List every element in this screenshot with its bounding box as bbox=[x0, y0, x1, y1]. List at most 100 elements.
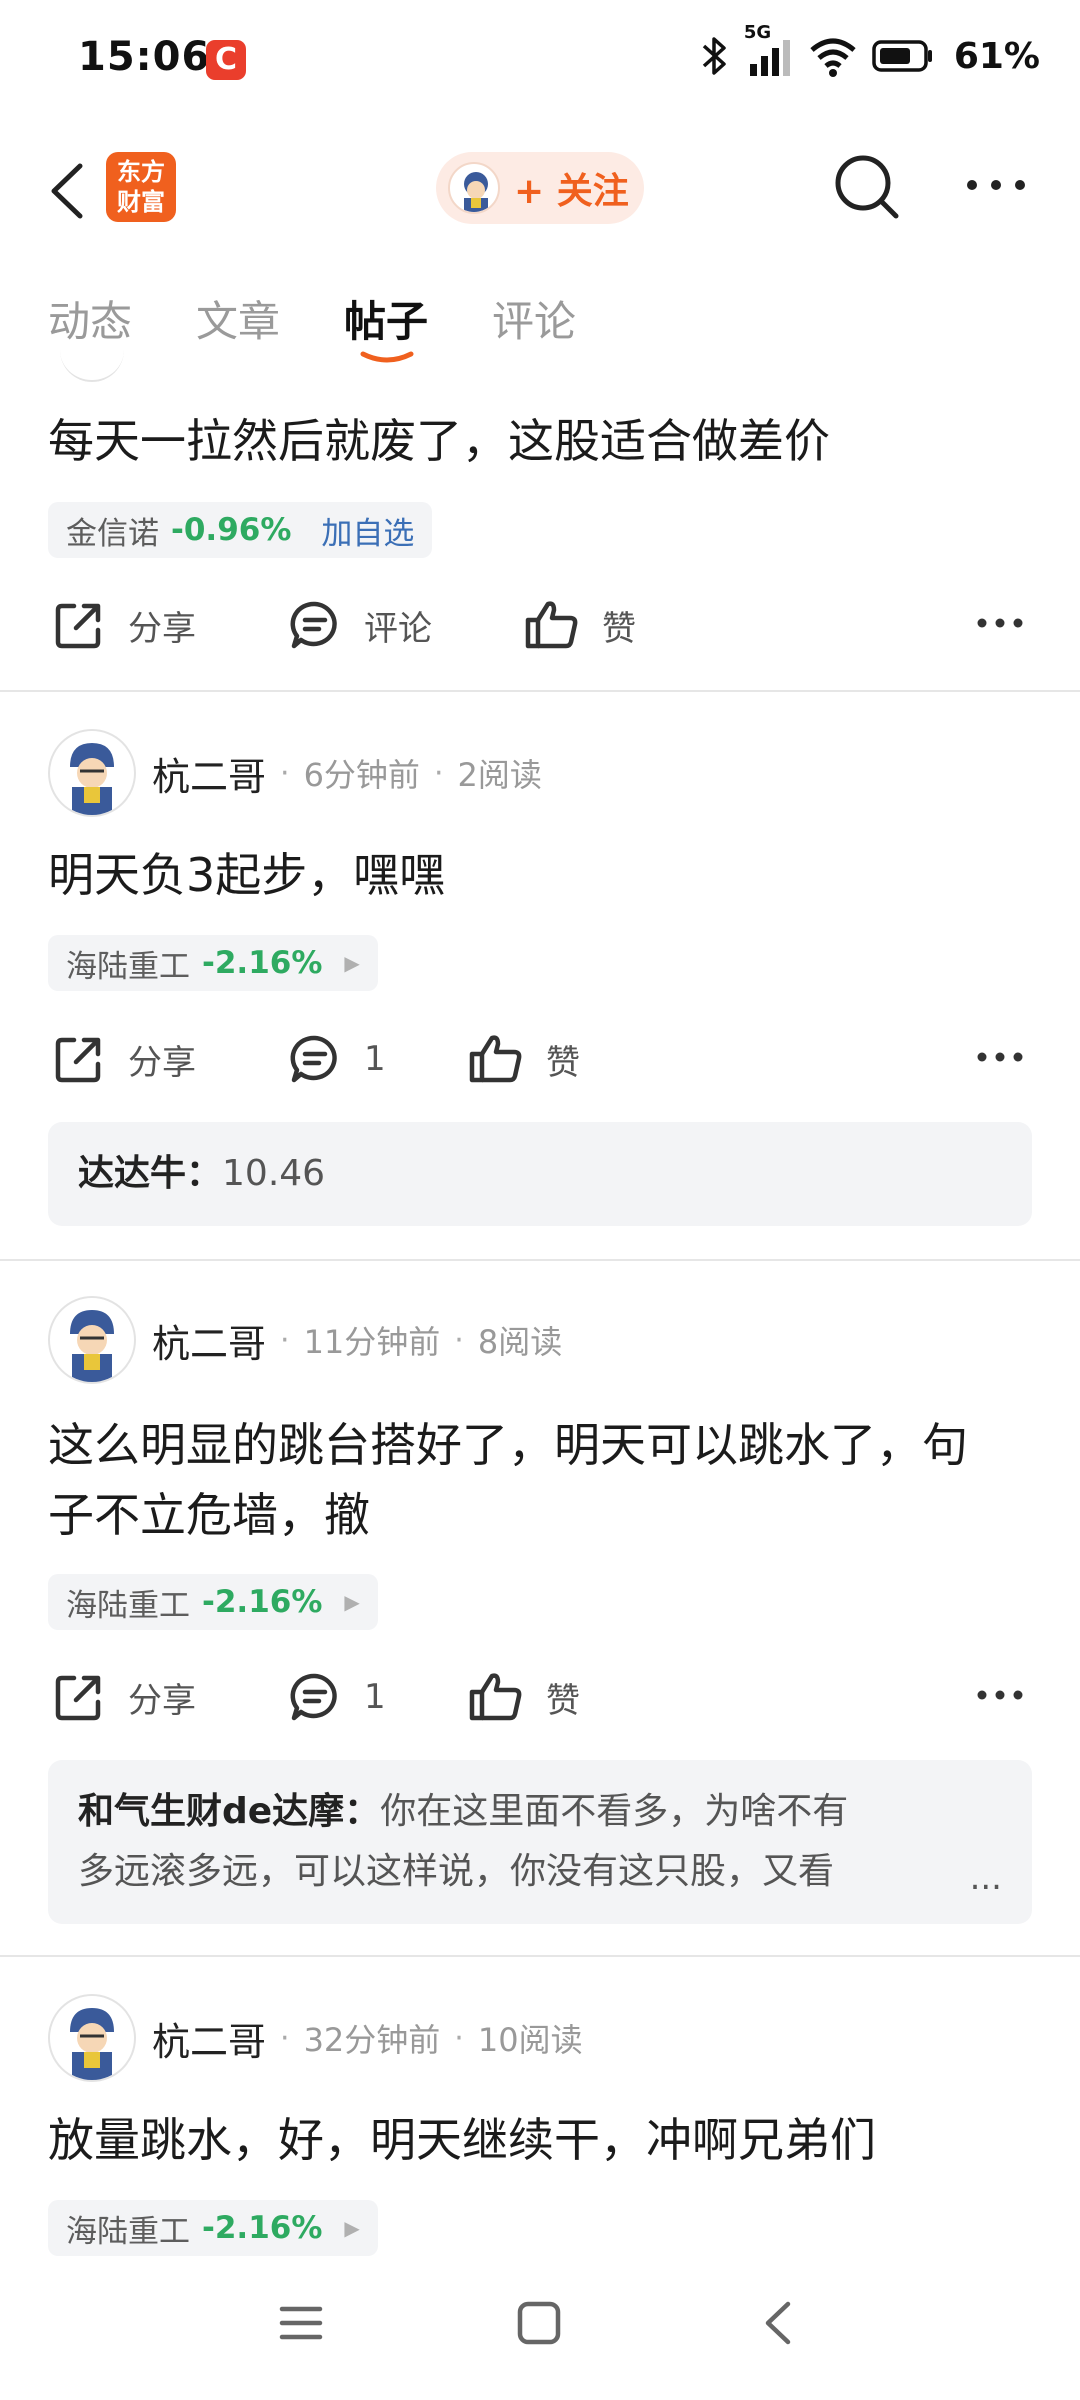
like-button[interactable]: 赞 bbox=[524, 585, 636, 665]
add-to-watchlist-button[interactable]: 加自选 bbox=[321, 508, 414, 553]
cellular-signal-icon: 5G bbox=[744, 22, 794, 78]
tab-articles[interactable]: 文章 bbox=[196, 288, 280, 349]
post-actions: 分享 1 赞 bbox=[0, 1019, 1080, 1099]
post-text[interactable]: 每天一拉然后就废了，这股适合做差价 bbox=[48, 406, 1038, 476]
caret-right-icon: ▶ bbox=[344, 2216, 360, 2240]
post-more-button[interactable] bbox=[976, 1687, 1024, 1707]
share-button[interactable]: 分享 bbox=[52, 1019, 196, 1099]
back-button[interactable] bbox=[40, 156, 100, 226]
like-button[interactable]: 赞 bbox=[468, 1657, 580, 1737]
comment-text-line: 多远滚多远，可以这样说，你没有这只股，又看 bbox=[78, 1851, 835, 1892]
comment-button[interactable]: 1 bbox=[288, 1657, 386, 1737]
recent-apps-button[interactable] bbox=[278, 2300, 324, 2350]
more-dots-icon bbox=[967, 180, 1025, 190]
meta-separator: · bbox=[280, 1322, 290, 1358]
comment-preview[interactable]: 和气生财de达摩：你在这里面不看多，为啥不有 多远滚多远，可以这样说，你没有这只… bbox=[48, 1760, 1032, 1924]
search-icon bbox=[835, 155, 899, 219]
share-label: 分享 bbox=[128, 1680, 196, 1721]
post-more-button[interactable] bbox=[976, 615, 1024, 635]
post-actions: 分享 评论 赞 bbox=[0, 585, 1080, 665]
tab-bar: 动态 文章 帖子 评论 bbox=[0, 270, 1080, 370]
meta-separator: · bbox=[280, 755, 290, 791]
avatar[interactable] bbox=[48, 1296, 136, 1384]
divider bbox=[0, 690, 1080, 692]
logo-line-1: 东方 bbox=[117, 158, 165, 186]
caret-right-icon: ▶ bbox=[344, 1590, 360, 1614]
status-bar: 15:06 C 5G 61% bbox=[0, 0, 1080, 120]
system-back-button[interactable] bbox=[756, 2300, 802, 2350]
share-button[interactable]: 分享 bbox=[52, 1657, 196, 1737]
stock-change: -0.96% bbox=[171, 512, 292, 548]
stock-change: -2.16% bbox=[202, 945, 323, 981]
share-label: 分享 bbox=[128, 1042, 196, 1083]
comment-icon bbox=[290, 1035, 337, 1083]
follow-button[interactable]: + 关注 bbox=[436, 152, 644, 224]
avatar bbox=[448, 162, 500, 214]
post-text-line: 这么明显的跳台搭好了，明天可以跳水了，句 bbox=[48, 1418, 968, 1472]
post-text[interactable]: 放量跳水，好，明天继续干，冲啊兄弟们 bbox=[48, 2105, 1038, 2175]
home-button[interactable] bbox=[516, 2300, 562, 2350]
battery-icon bbox=[872, 38, 934, 74]
author-row: 杭二哥 · 11分钟前 · 8阅读 bbox=[48, 1295, 562, 1385]
post-more-button[interactable] bbox=[976, 1049, 1024, 1069]
post-text-line: 子不立危墙，撤 bbox=[48, 1488, 370, 1542]
like-button[interactable]: 赞 bbox=[468, 1019, 580, 1099]
post-actions: 分享 1 赞 bbox=[0, 1657, 1080, 1737]
more-dots-icon bbox=[977, 618, 1023, 628]
menu-icon bbox=[279, 2306, 323, 2340]
app-notification-badge: C bbox=[206, 40, 246, 80]
comment-count: 1 bbox=[364, 1039, 386, 1079]
search-button[interactable] bbox=[830, 150, 904, 224]
active-tab-indicator bbox=[360, 351, 414, 363]
logo-line-2: 财富 bbox=[117, 188, 165, 216]
comment-button[interactable]: 评论 bbox=[288, 585, 432, 665]
network-type-label: 5G bbox=[743, 22, 772, 43]
wifi-icon bbox=[808, 34, 858, 78]
divider bbox=[0, 1955, 1080, 1957]
author-row: 杭二哥 · 32分钟前 · 10阅读 bbox=[48, 1993, 583, 2083]
chevron-left-icon bbox=[765, 2301, 791, 2345]
author-row: 杭二哥 · 6分钟前 · 2阅读 bbox=[48, 728, 542, 818]
avatar[interactable] bbox=[48, 729, 136, 817]
more-options-button[interactable] bbox=[964, 170, 1028, 200]
read-count: 2阅读 bbox=[457, 756, 542, 794]
stock-name: 海陆重工 bbox=[66, 948, 190, 985]
post-text[interactable]: 明天负3起步，嘿嘿 bbox=[48, 840, 1038, 910]
more-dots-icon bbox=[977, 1052, 1023, 1062]
tab-posts[interactable]: 帖子 bbox=[344, 288, 428, 349]
tab-dynamic[interactable]: 动态 bbox=[48, 288, 132, 349]
tab-comments[interactable]: 评论 bbox=[492, 288, 576, 349]
post-time: 11分钟前 bbox=[303, 1323, 441, 1361]
stock-tag[interactable]: 海陆重工 -2.16% ▶ bbox=[48, 2200, 378, 2256]
meta-separator: · bbox=[280, 2020, 290, 2056]
comment-button[interactable]: 1 bbox=[288, 1019, 386, 1099]
system-navigation-bar bbox=[0, 2260, 1080, 2400]
stock-change: -2.16% bbox=[202, 2210, 323, 2246]
author-name[interactable]: 杭二哥 bbox=[152, 1313, 266, 1368]
comment-icon bbox=[290, 1673, 337, 1721]
caret-right-icon: ▶ bbox=[344, 951, 360, 975]
comment-author: 达达牛： bbox=[78, 1153, 223, 1194]
bluetooth-icon bbox=[700, 34, 730, 78]
like-label: 赞 bbox=[602, 608, 636, 649]
avatar[interactable] bbox=[48, 1994, 136, 2082]
meta-separator: · bbox=[454, 1322, 464, 1358]
post-text[interactable]: 这么明显的跳台搭好了，明天可以跳水了，句 子不立危墙，撤 bbox=[48, 1410, 1038, 1550]
status-icons: 5G 61% bbox=[700, 22, 1040, 84]
stock-tag[interactable]: 海陆重工 -2.16% ▶ bbox=[48, 935, 378, 991]
stock-tag[interactable]: 海陆重工 -2.16% ▶ bbox=[48, 1574, 378, 1630]
comment-preview[interactable]: 达达牛：10.46 bbox=[48, 1122, 1032, 1226]
comment-icon bbox=[290, 601, 337, 649]
avatar-partial bbox=[60, 350, 124, 382]
author-name[interactable]: 杭二哥 bbox=[152, 2011, 266, 2066]
author-name[interactable]: 杭二哥 bbox=[152, 746, 266, 801]
top-nav: 东方 财富 + 关注 bbox=[0, 130, 1080, 250]
share-button[interactable]: 分享 bbox=[52, 585, 196, 665]
stock-name: 金信诺 bbox=[66, 515, 159, 552]
stock-tag[interactable]: 金信诺 -0.96% 加自选 bbox=[48, 502, 433, 558]
divider bbox=[0, 1259, 1080, 1261]
comment-count: 1 bbox=[364, 1677, 386, 1717]
comment-text: 10.46 bbox=[222, 1153, 326, 1194]
like-label: 赞 bbox=[546, 1680, 580, 1721]
stock-change: -2.16% bbox=[202, 1584, 323, 1620]
